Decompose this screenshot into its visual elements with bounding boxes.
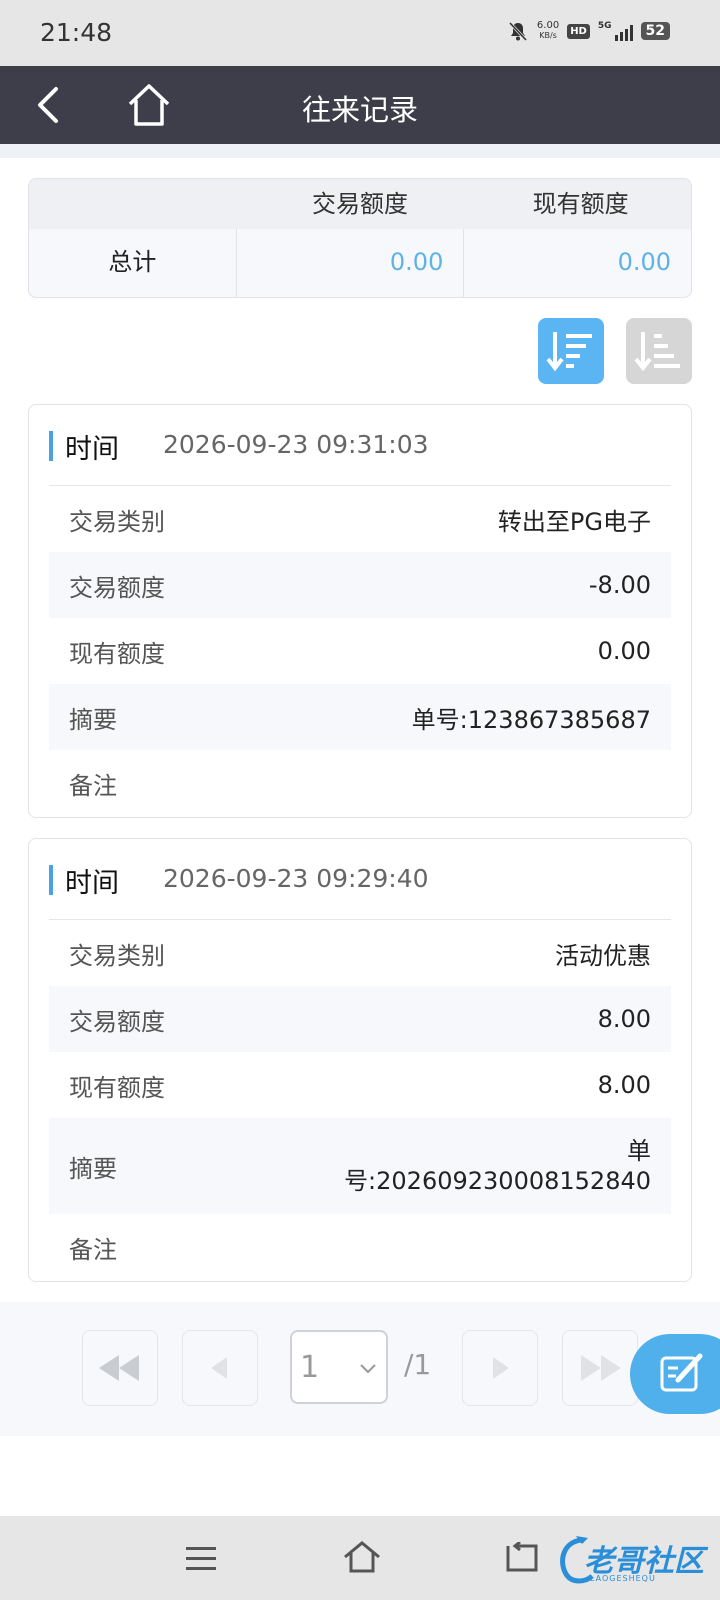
accent-bar	[49, 865, 53, 895]
record-time: 2026-09-23 09:29:40	[163, 864, 429, 893]
pagination: 1 /1	[0, 1302, 720, 1436]
summary-table: 交易额度 现有额度 总计 0.00 0.00	[28, 178, 692, 298]
system-nav-bar: 老哥社区 LAOGESHEQU	[0, 1516, 720, 1600]
record-row-trade-amount: 交易额度 8.00	[49, 986, 671, 1052]
summary-col-empty	[29, 179, 250, 229]
field-value-line: 单	[627, 1137, 651, 1165]
mute-bell-icon	[508, 21, 528, 42]
field-label: 摘要	[69, 705, 117, 734]
record-row-current-amount: 现有额度 8.00	[49, 1052, 671, 1118]
field-label: 现有额度	[69, 639, 165, 668]
watermark-logo: 老哥社区 LAOGESHEQU	[554, 1530, 714, 1590]
edit-icon	[660, 1353, 703, 1392]
menu-icon[interactable]	[185, 1544, 217, 1574]
field-label: 交易类别	[69, 507, 165, 536]
page-total: /1	[404, 1348, 432, 1381]
system-back-icon[interactable]	[504, 1542, 540, 1574]
right-triangle-icon	[493, 1357, 509, 1379]
field-value: 转出至PG电子	[497, 507, 651, 536]
net-speed-unit: KB/s	[539, 31, 557, 40]
chevron-down-icon	[360, 1364, 376, 1374]
battery-icon: 52	[640, 22, 670, 40]
page-select[interactable]: 1	[290, 1330, 388, 1404]
page-select-value: 1	[300, 1350, 320, 1385]
field-value: 单号:123867385687	[411, 705, 651, 734]
floating-edit-button[interactable]	[630, 1334, 720, 1414]
summary-total-label: 总计	[108, 248, 157, 276]
summary-row: 总计 0.00 0.00	[29, 229, 691, 297]
sort-asc-icon	[634, 332, 680, 372]
record-row-type: 交易类别 活动优惠	[49, 920, 671, 986]
double-left-icon	[99, 1355, 139, 1381]
last-page-button[interactable]	[562, 1330, 638, 1406]
top-navbar: 往来记录	[0, 66, 720, 144]
sort-asc-button[interactable]	[626, 318, 692, 384]
record-header: 时间 2026-09-23 09:29:40	[49, 839, 671, 920]
record-time-label: 时间	[65, 868, 119, 899]
field-value-line: 号:202609230008152840	[344, 1167, 651, 1195]
left-triangle-icon	[211, 1357, 227, 1379]
status-bar: 21:48 6.00 KB/s HD 5G 52	[0, 0, 720, 66]
double-right-icon	[581, 1355, 621, 1381]
record-header: 时间 2026-09-23 09:31:03	[49, 405, 671, 486]
page-title: 往来记录	[301, 93, 418, 127]
field-value: 8.00	[597, 1005, 651, 1033]
status-icons: 6.00 KB/s HD 5G 52	[507, 20, 670, 42]
first-page-button[interactable]	[82, 1330, 158, 1406]
net-speed: 6.00 KB/s	[537, 21, 559, 41]
hd-badge: HD	[567, 23, 590, 39]
field-label: 交易额度	[69, 573, 165, 602]
field-value: -8.00	[588, 571, 651, 599]
record-row-summary: 摘要 单 号:202609230008152840	[49, 1118, 671, 1214]
record-time-label: 时间	[65, 434, 119, 465]
field-label: 备注	[69, 1235, 117, 1264]
net-speed-value: 6.00	[536, 20, 560, 31]
next-page-button[interactable]	[462, 1330, 538, 1406]
record-row-note: 备注	[49, 750, 671, 816]
summary-col-current: 现有额度	[532, 190, 629, 218]
prev-page-button[interactable]	[182, 1330, 258, 1406]
field-value: 0.00	[597, 637, 651, 665]
record-row-summary: 摘要 单号:123867385687	[49, 684, 671, 750]
field-label: 摘要	[69, 1154, 117, 1183]
record-row-type: 交易类别 转出至PG电子	[49, 486, 671, 552]
accent-bar	[49, 431, 53, 461]
watermark-subtext: LAOGESHEQU	[590, 1574, 656, 1583]
signal-icon: 5G	[598, 21, 633, 41]
record-row-note: 备注	[49, 1214, 671, 1280]
sort-desc-icon	[546, 332, 592, 372]
record-time: 2026-09-23 09:31:03	[163, 430, 429, 459]
field-label: 交易类别	[69, 941, 165, 970]
record-card: 时间 2026-09-23 09:31:03 交易类别 转出至PG电子 交易额度…	[28, 404, 692, 818]
summary-current-amount: 0.00	[463, 229, 691, 297]
sort-desc-button[interactable]	[538, 318, 604, 384]
record-row-trade-amount: 交易额度 -8.00	[49, 552, 671, 618]
summary-header: 交易额度 现有额度	[29, 179, 691, 229]
field-label: 交易额度	[69, 1007, 165, 1036]
header-divider	[0, 144, 720, 158]
field-value: 活动优惠	[555, 941, 651, 970]
summary-col-trade: 交易额度	[312, 190, 408, 218]
record-row-current-amount: 现有额度 0.00	[49, 618, 671, 684]
field-label: 现有额度	[69, 1073, 165, 1102]
status-time: 21:48	[40, 18, 113, 47]
field-value-multiline: 单 号:202609230008152840	[344, 1136, 651, 1196]
field-value: 8.00	[597, 1071, 651, 1099]
system-home-icon[interactable]	[342, 1540, 382, 1574]
record-card: 时间 2026-09-23 09:29:40 交易类别 活动优惠 交易额度 8.…	[28, 838, 692, 1282]
summary-trade-amount: 0.00	[235, 229, 464, 297]
network-type: 5G	[597, 21, 612, 31]
field-label: 备注	[69, 771, 117, 800]
